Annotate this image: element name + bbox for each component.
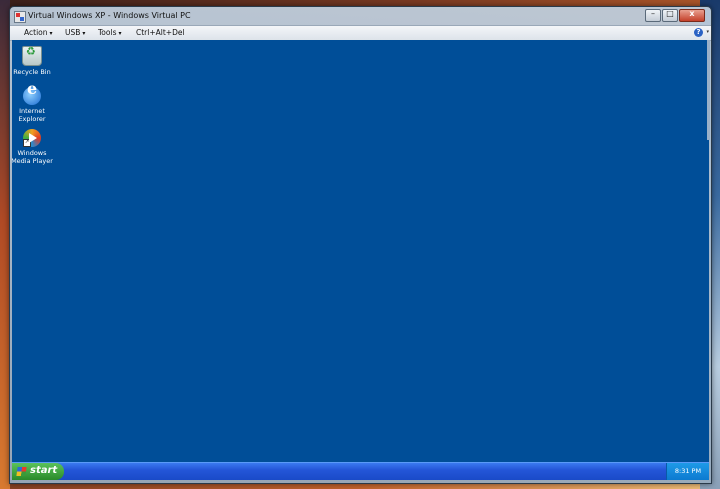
chevron-down-icon: ▾ bbox=[49, 30, 53, 37]
menu-action[interactable]: Action ▾ bbox=[24, 28, 53, 37]
chevron-down-icon: ▾ bbox=[118, 30, 122, 37]
start-button[interactable]: start bbox=[12, 463, 64, 480]
desktop-icon-recycle-bin[interactable]: Recycle Bin bbox=[12, 46, 54, 76]
start-label: start bbox=[30, 465, 58, 476]
shortcut-arrow-icon: ↗ bbox=[23, 139, 31, 147]
windows-media-player-icon: ↗ bbox=[23, 129, 41, 147]
ctrl-alt-del-button[interactable]: Ctrl+Alt+Del bbox=[136, 28, 185, 37]
desktop-icon-internet-explorer[interactable]: Internet Explorer bbox=[12, 85, 54, 123]
chevron-down-icon: ▾ bbox=[82, 30, 86, 37]
desktop-icon-label: Windows Media Player bbox=[12, 149, 53, 165]
internet-explorer-icon bbox=[23, 85, 41, 105]
window-title: Virtual Windows XP - Windows Virtual PC bbox=[28, 11, 191, 20]
windows-flag-icon bbox=[16, 467, 27, 476]
close-icon: x bbox=[689, 9, 695, 18]
help-icon[interactable]: ? bbox=[694, 28, 703, 37]
minimize-icon: – bbox=[651, 9, 655, 18]
desktop-icon-windows-media-player[interactable]: ↗ Windows Media Player bbox=[12, 129, 54, 165]
xp-desktop[interactable]: Recycle Bin Internet Explorer ↗ Windows … bbox=[12, 40, 709, 462]
window-right-edge bbox=[707, 40, 710, 140]
window-controls: – □ x bbox=[644, 9, 705, 22]
close-button[interactable]: x bbox=[679, 9, 705, 22]
window-titlebar[interactable]: Virtual Windows XP - Windows Virtual PC … bbox=[10, 7, 711, 25]
menu-tools[interactable]: Tools ▾ bbox=[98, 28, 122, 37]
maximize-icon: □ bbox=[666, 9, 674, 18]
xp-taskbar: start 8:31 PM bbox=[12, 462, 709, 480]
menu-usb[interactable]: USB ▾ bbox=[65, 28, 85, 37]
virtual-pc-app-icon[interactable] bbox=[14, 11, 26, 23]
maximize-button[interactable]: □ bbox=[662, 9, 678, 22]
help-chevron-down-icon[interactable]: ▾ bbox=[706, 29, 709, 35]
minimize-button[interactable]: – bbox=[645, 9, 661, 22]
clock[interactable]: 8:31 PM bbox=[667, 467, 709, 475]
virtual-pc-window: Virtual Windows XP - Windows Virtual PC … bbox=[9, 6, 712, 484]
recycle-bin-icon bbox=[22, 46, 42, 66]
menubar: Action ▾ USB ▾ Tools ▾ Ctrl+Alt+Del ? ▾ bbox=[10, 25, 711, 41]
desktop-icon-label: Recycle Bin bbox=[13, 68, 51, 76]
system-tray: 8:31 PM bbox=[666, 463, 709, 480]
desktop-icon-label: Internet Explorer bbox=[18, 107, 46, 123]
